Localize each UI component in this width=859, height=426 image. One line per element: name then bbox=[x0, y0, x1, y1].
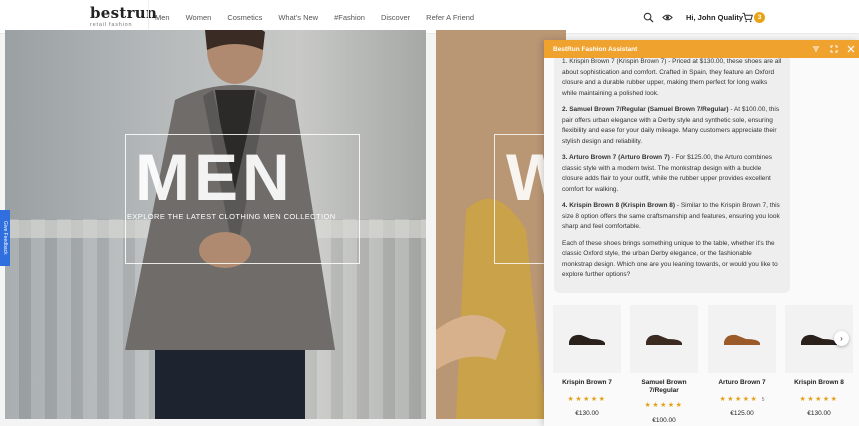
fashion-assistant-panel: BestRun Fashion Assistant 1. Krispin Bro… bbox=[544, 40, 859, 426]
product-rating: ★★★★★ bbox=[785, 395, 853, 403]
rating-count: 5 bbox=[761, 397, 765, 403]
give-feedback-tab[interactable]: Give Feedback bbox=[0, 210, 10, 266]
product-price: €125.00 bbox=[730, 410, 754, 417]
product-price: €130.00 bbox=[575, 410, 599, 417]
user-greeting[interactable]: Hi, John Quality bbox=[686, 13, 743, 22]
filter-icon[interactable] bbox=[812, 45, 820, 53]
message-item-2: 2. Samuel Brown 7/Regular (Samuel Brown … bbox=[562, 105, 782, 147]
product-carousel: Krispin Brown 7 ★★★★★ €130.00 Samuel Bro… bbox=[553, 305, 853, 426]
assistant-message: 1. Krispin Brown 7 (Krispin Brown 7) - P… bbox=[554, 58, 790, 293]
nav-discover[interactable]: Discover bbox=[381, 13, 410, 22]
product-rating: ★★★★★ bbox=[630, 401, 698, 409]
product-rating: ★★★★★ 5 bbox=[708, 395, 776, 403]
product-name[interactable]: Krispin Brown 7 bbox=[553, 379, 621, 387]
product-card[interactable]: Krispin Brown 7 ★★★★★ €130.00 bbox=[553, 305, 621, 426]
nav-fashion[interactable]: #Fashion bbox=[334, 13, 365, 22]
page: bestrun retail fashion Men Women Cosmeti… bbox=[0, 0, 859, 426]
men-hero-subtitle[interactable]: EXPLORE THE LATEST CLOTHING MEN COLLECTI… bbox=[127, 212, 336, 221]
carousel-next-button[interactable]: › bbox=[834, 331, 849, 346]
product-image[interactable] bbox=[630, 305, 698, 373]
shoe-icon bbox=[724, 334, 760, 345]
men-hero-banner[interactable]: MEN EXPLORE THE LATEST CLOTHING MEN COLL… bbox=[5, 30, 426, 419]
rating-stars: ★★★★★ bbox=[799, 396, 839, 403]
assistant-chat-body[interactable]: 1. Krispin Brown 7 (Krispin Brown 7) - P… bbox=[544, 58, 859, 426]
top-header: bestrun retail fashion Men Women Cosmeti… bbox=[0, 0, 859, 34]
close-icon[interactable] bbox=[847, 45, 855, 53]
product-rating: ★★★★★ bbox=[553, 395, 621, 403]
message-item-4-title: 4. Krispin Brown 8 (Krispin Brown 8) bbox=[562, 202, 676, 209]
nav-cosmetics[interactable]: Cosmetics bbox=[227, 13, 262, 22]
nav-women[interactable]: Women bbox=[186, 13, 212, 22]
eye-icon[interactable] bbox=[662, 12, 673, 23]
product-image[interactable] bbox=[708, 305, 776, 373]
product-name[interactable]: Samuel Brown 7/Regular bbox=[630, 379, 698, 395]
cart-icon[interactable] bbox=[742, 12, 753, 23]
product-card[interactable]: Samuel Brown 7/Regular ★★★★★ €100.00 bbox=[630, 305, 698, 426]
nav-whats-new[interactable]: What's New bbox=[278, 13, 318, 22]
men-hero-title: MEN bbox=[135, 140, 294, 214]
rating-stars: ★★★★★ bbox=[567, 396, 607, 403]
product-price: €130.00 bbox=[807, 410, 831, 417]
message-item-2-title: 2. Samuel Brown 7/Regular (Samuel Brown … bbox=[562, 106, 729, 113]
cart-count-badge: 3 bbox=[754, 12, 765, 23]
shoe-icon bbox=[569, 334, 605, 345]
product-card[interactable]: Arturo Brown 7 ★★★★★ 5 €125.00 bbox=[708, 305, 776, 426]
message-item-4: 4. Krispin Brown 8 (Krispin Brown 8) - S… bbox=[562, 201, 782, 233]
message-item-3: 3. Arturo Brown 7 (Arturo Brown 7) - For… bbox=[562, 153, 782, 195]
message-summary: Each of these shoes brings something uni… bbox=[562, 239, 778, 279]
message-item-3-title: 3. Arturo Brown 7 (Arturo Brown 7) bbox=[562, 154, 670, 161]
main-nav: Men Women Cosmetics What's New #Fashion … bbox=[148, 0, 490, 34]
nav-men[interactable]: Men bbox=[155, 13, 170, 22]
product-name[interactable]: Krispin Brown 8 bbox=[785, 379, 853, 387]
search-icon[interactable] bbox=[643, 12, 654, 23]
product-image[interactable] bbox=[553, 305, 621, 373]
shoe-icon bbox=[646, 334, 682, 345]
chevron-right-icon: › bbox=[840, 334, 843, 343]
nav-refer-a-friend[interactable]: Refer A Friend bbox=[426, 13, 474, 22]
product-name[interactable]: Arturo Brown 7 bbox=[708, 379, 776, 387]
shoe-icon bbox=[801, 334, 837, 345]
assistant-title: BestRun Fashion Assistant bbox=[553, 45, 638, 53]
message-item-1: 1. Krispin Brown 7 (Krispin Brown 7) - P… bbox=[562, 58, 782, 97]
product-card[interactable]: Krispin Brown 8 ★★★★★ €130.00 bbox=[785, 305, 853, 426]
rating-stars: ★★★★★ bbox=[644, 402, 684, 409]
product-price: €100.00 bbox=[652, 417, 676, 424]
expand-icon[interactable] bbox=[830, 45, 838, 53]
rating-stars: ★★★★★ bbox=[719, 396, 759, 403]
